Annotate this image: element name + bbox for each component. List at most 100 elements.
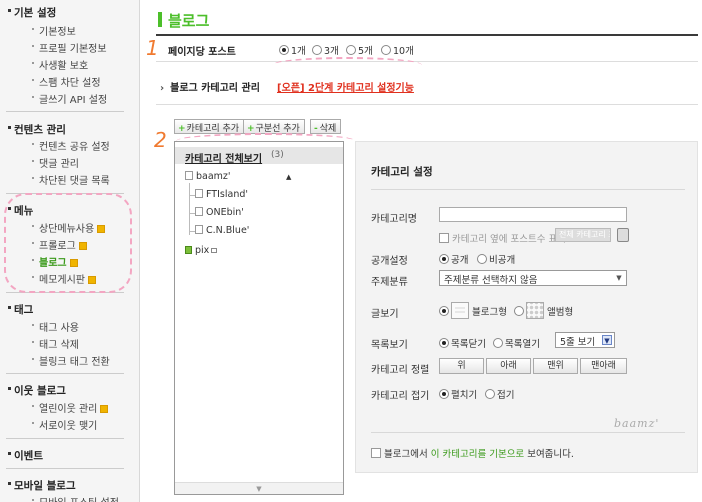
radio-icon[interactable] [381, 45, 391, 55]
default-category-checkbox[interactable]: 블로그에서 이 카테고리를 기본으로 보여줍니다. [371, 446, 574, 460]
radio-selected-icon[interactable] [439, 306, 449, 316]
sidebar-item-api[interactable]: 글쓰기 API 설정 [31, 91, 107, 106]
fold-collapse-radio[interactable]: 접기 [485, 387, 514, 401]
view-blog-radio[interactable]: 블로그형 [439, 302, 507, 319]
radio-icon[interactable] [514, 306, 524, 316]
new-badge-icon [100, 405, 109, 413]
chevron-down-icon: ▼ [602, 335, 612, 345]
category-settings-panel: 카테고리 설정 카테고리명 카테고리 옆에 포스트수 표시 전체 카테고리 표시… [355, 141, 698, 473]
option-label: 목록닫기 [451, 339, 486, 350]
tree-node-parent[interactable]: baamz' [185, 171, 231, 182]
sidebar-section-title: 모바일 블로그 [8, 480, 76, 492]
page-icon [195, 225, 203, 234]
posts-per-page-option-10[interactable]: 10개 [381, 43, 414, 57]
tree-node-pix[interactable]: pix [185, 245, 218, 256]
fold-expand-radio[interactable]: 펼치기 [439, 387, 477, 401]
chevron-down-icon: ▼ [616, 274, 622, 282]
category-management-text: 블로그 카테고리 관리 [170, 83, 260, 94]
sidebar-section-event[interactable]: 이벤트 [8, 448, 43, 463]
select-value: 5줄 보기 [560, 337, 596, 348]
sidebar-item-comments[interactable]: 댓글 관리 [32, 155, 79, 170]
posts-per-page-option-1[interactable]: 1개 [279, 43, 306, 57]
toggle-icon[interactable] [617, 228, 629, 242]
sort-top-button[interactable]: 맨위 [533, 358, 578, 374]
radio-selected-icon[interactable] [439, 338, 449, 348]
option-label: 앨범형 [547, 307, 574, 318]
show-post-count-checkbox[interactable]: 카테고리 옆에 포스트수 표시 [439, 231, 566, 245]
visibility-private-radio[interactable]: 비공개 [477, 252, 515, 266]
radio-icon[interactable] [493, 338, 503, 348]
title-accent-bar [158, 12, 162, 27]
list-close-radio[interactable]: 목록닫기 [439, 336, 486, 350]
sort-down-button[interactable]: 아래 [486, 358, 531, 374]
sidebar-item-content-share[interactable]: 컨텐츠 공유 설정 [32, 138, 110, 153]
visibility-label: 공개설정 [371, 256, 408, 267]
divider [371, 189, 685, 190]
sidebar-divider [6, 111, 124, 112]
visibility-public-radio[interactable]: 공개 [439, 252, 468, 266]
tree-scroll-down-icon[interactable]: ▼ [175, 482, 343, 494]
sidebar-item-mutual-neighbors[interactable]: 서로이웃 맺기 [31, 417, 97, 432]
tree-header-label[interactable]: 카테고리 전체보기 [185, 150, 262, 165]
option-label: 공개 [451, 255, 469, 266]
sidebar-item-profile[interactable]: 프로필 기본정보 [32, 40, 107, 55]
tree-node-label: pix [195, 245, 210, 256]
sidebar-item-privacy[interactable]: 사생활 보호 [31, 57, 88, 72]
sidebar-item-open-neighbors[interactable]: 열린이웃 관리 [31, 400, 109, 415]
annotation-number-1: 1 [146, 36, 159, 60]
plus-icon: + [178, 124, 186, 134]
radio-selected-icon[interactable] [439, 389, 449, 399]
sort-up-button[interactable]: 위 [439, 358, 484, 374]
radio-icon[interactable] [312, 45, 322, 55]
tree-node-label: C.N.Blue' [206, 225, 250, 236]
radio-icon[interactable] [346, 45, 356, 55]
collapse-arrow-icon[interactable]: ▲ [286, 173, 291, 181]
add-divider-button[interactable]: +구분선 추가 [243, 119, 305, 134]
sidebar-item-tag-delete[interactable]: 태그 삭제 [32, 336, 79, 351]
sidebar-item-blocked-comments[interactable]: 차단된 댓글 목록 [32, 172, 110, 187]
posts-per-page-option-3[interactable]: 3개 [312, 43, 339, 57]
sidebar-item-blink-tag[interactable]: 블링크 태그 전환 [32, 353, 110, 368]
option-label: 10개 [393, 46, 414, 57]
album-layout-icon [526, 302, 544, 319]
topic-select[interactable]: 주제분류 선택하지 않음 ▼ [439, 270, 627, 286]
sort-bottom-button[interactable]: 맨아래 [580, 358, 627, 374]
sidebar-divider [6, 373, 124, 374]
sidebar-item-basic-info[interactable]: 기본정보 [32, 23, 76, 38]
tree-node-label: FTIsland' [206, 189, 248, 200]
radio-selected-icon[interactable] [439, 254, 449, 264]
delete-button[interactable]: - 삭제 [310, 119, 342, 134]
button-label: 삭제 [319, 124, 337, 134]
panel-title: 카테고리 설정 [371, 166, 433, 178]
view-album-radio[interactable]: 앨범형 [514, 302, 573, 319]
list-count-select[interactable]: 5줄 보기 ▼ [555, 332, 615, 348]
checkbox-icon[interactable] [439, 233, 449, 243]
option-label: 접기 [497, 390, 515, 401]
tree-node-child[interactable]: ONEbin' [195, 207, 244, 218]
radio-icon[interactable] [477, 254, 487, 264]
category-management-label: › 블로그 카테고리 관리 [160, 79, 260, 94]
radio-selected-icon[interactable] [279, 45, 289, 55]
tree-node-child[interactable]: C.N.Blue' [195, 225, 249, 236]
annotation-underline [272, 57, 422, 73]
add-category-button[interactable]: +카테고리 추가 [174, 119, 245, 134]
radio-icon[interactable] [485, 389, 495, 399]
sidebar-item-spam[interactable]: 스팸 차단 설정 [32, 74, 101, 89]
tree-node-child[interactable]: FTIsland' [195, 189, 248, 200]
posts-per-page-option-5[interactable]: 5개 [346, 43, 373, 57]
option-label: 블로그형 [472, 307, 507, 318]
title-divider [156, 34, 698, 36]
two-level-category-link[interactable]: [오픈] 2단계 카테고리 설정기능 [277, 79, 414, 94]
tree-header[interactable]: 카테고리 전체보기 (3) [175, 147, 343, 165]
divider [156, 104, 698, 105]
default-highlight: 이 카테고리를 기본으로 [430, 449, 525, 460]
list-open-radio[interactable]: 목록열기 [493, 336, 540, 350]
tree-node-label: baamz' [196, 171, 231, 182]
checkbox-icon[interactable] [371, 448, 381, 458]
sidebar-item-tag-use[interactable]: 태그 사용 [32, 319, 79, 334]
sidebar-item-mobile-posting[interactable]: 모바일 포스팅 설정 [32, 494, 119, 502]
option-label: 펼치기 [451, 390, 478, 401]
annotation-highlight-menu [4, 193, 132, 293]
category-name-input[interactable] [439, 207, 627, 222]
topic-label: 주제분류 [371, 277, 408, 288]
